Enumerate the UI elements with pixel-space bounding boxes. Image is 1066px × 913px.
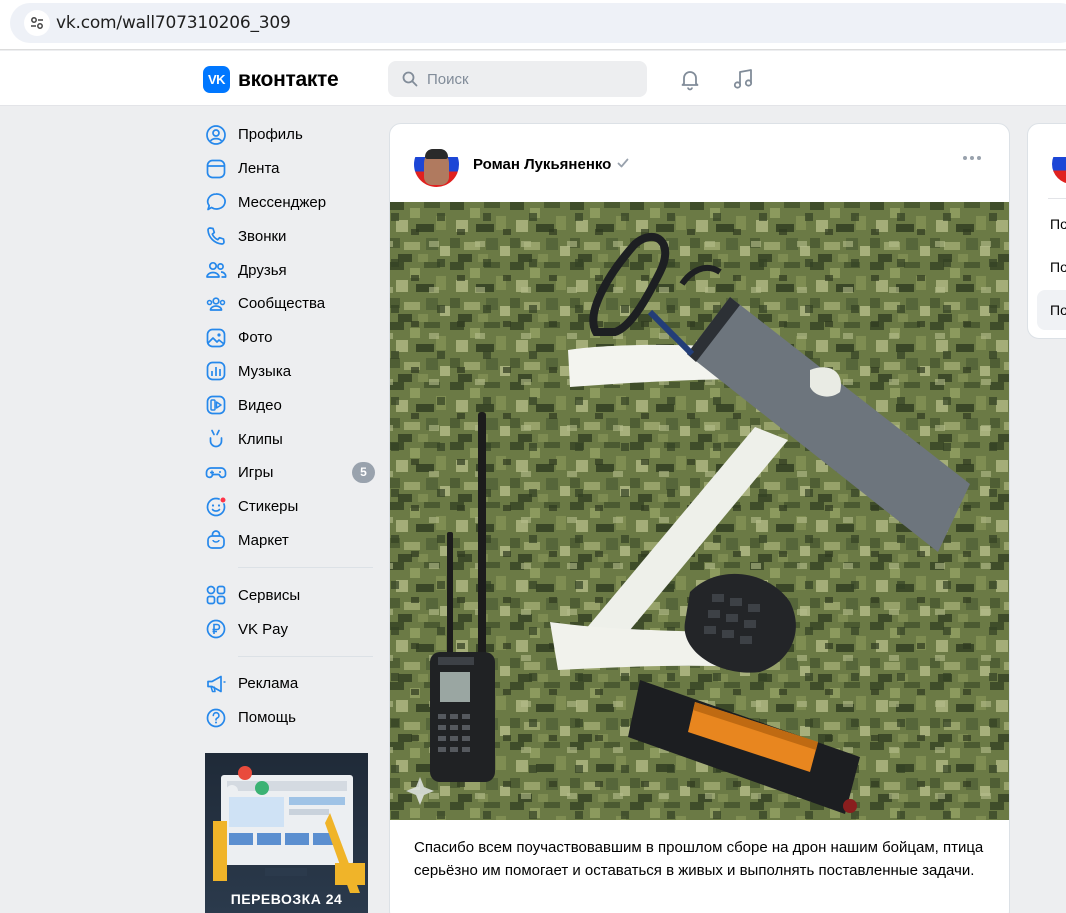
ad-label-text: ПЕРЕВОЗКА 24 <box>230 891 343 907</box>
sidebar-item-calls[interactable]: Звонки <box>203 219 375 253</box>
search-box[interactable] <box>388 61 647 97</box>
browser-toolbar: vk.com/wall707310206_309 <box>0 0 1066 50</box>
avatar-hair <box>425 149 448 159</box>
post-text: Спасибо всем поучаствовавшим в прошлом с… <box>414 839 984 879</box>
wall-post: Роман Лукьяненко Спасибо всем поучаствов… <box>389 123 1010 913</box>
sidebar-divider <box>238 567 373 569</box>
market-icon <box>204 528 228 552</box>
sidebar-item-label: VK Pay <box>238 620 289 638</box>
photo-icon <box>204 326 228 350</box>
right-card-item[interactable]: По <box>1050 302 1066 318</box>
phone-icon <box>204 224 228 248</box>
profile-icon <box>204 123 228 147</box>
sidebar-item-market[interactable]: Маркет <box>203 524 375 558</box>
search-icon <box>402 71 418 87</box>
video-icon <box>204 393 228 417</box>
vk-logo-icon: VK <box>203 66 230 93</box>
clips-icon <box>204 427 228 451</box>
friends-icon <box>204 258 228 282</box>
sidebar-item-profile[interactable]: Профиль <box>203 118 375 152</box>
vkpay-icon <box>204 617 228 641</box>
right-widget-card: По По По <box>1027 123 1066 339</box>
sidebar-item-label: Лента <box>238 160 280 178</box>
search-input[interactable] <box>427 70 627 88</box>
help-icon <box>204 706 228 730</box>
post-author[interactable]: Роман Лукьяненко <box>414 142 629 187</box>
feed-icon <box>204 157 228 181</box>
sidebar-item-label: Видео <box>238 396 282 414</box>
sidebar-item-label: Сервисы <box>238 586 301 604</box>
ads-icon <box>204 672 228 696</box>
communities-icon <box>204 292 228 316</box>
sidebar-item-services[interactable]: Сервисы <box>203 578 375 612</box>
sidebar-item-label: Стикеры <box>238 498 299 516</box>
sidebar-item-feed[interactable]: Лента <box>203 152 375 186</box>
sidebar-item-label: Профиль <box>238 126 303 144</box>
sidebar-item-messenger[interactable]: Мессенджер <box>203 186 375 220</box>
sidebar-item-label: Сообщества <box>238 295 326 313</box>
author-avatar[interactable] <box>414 142 459 187</box>
sidebar-item-label: Реклама <box>238 675 299 693</box>
ad-decoration-graphic <box>213 766 365 893</box>
sidebar-item-games[interactable]: Игры 5 <box>203 456 375 490</box>
vk-logo[interactable]: VK вконтакте <box>203 66 339 93</box>
sidebar-item-photos[interactable]: Фото <box>203 321 375 355</box>
notifications-bell-icon[interactable] <box>678 67 702 91</box>
sidebar-item-label: Клипы <box>238 430 283 448</box>
games-icon <box>204 461 228 485</box>
sidebar-item-clips[interactable]: Клипы <box>203 422 375 456</box>
sidebar-item-label: Маркет <box>238 531 289 549</box>
sidebar-item-music[interactable]: Музыка <box>203 355 375 389</box>
url-text[interactable]: vk.com/wall707310206_309 <box>56 13 291 33</box>
music-icon <box>204 359 228 383</box>
right-card-divider <box>1048 198 1066 199</box>
post-more-icon[interactable] <box>963 156 981 160</box>
left-sidebar: Профиль Лента Мессенджер Звонки Друзья С… <box>203 118 375 735</box>
address-bar[interactable]: vk.com/wall707310206_309 <box>10 3 1066 43</box>
sidebar-item-help[interactable]: Помощь <box>203 701 375 735</box>
sidebar-item-label: Игры <box>238 464 274 482</box>
sidebar-divider <box>238 655 373 657</box>
sidebar-ad-banner[interactable]: ПЕРЕВОЗКА 24 <box>205 753 368 913</box>
right-card-avatar[interactable] <box>1052 144 1066 184</box>
right-card-item[interactable]: По <box>1050 216 1066 232</box>
author-name[interactable]: Роман Лукьяненко <box>473 156 611 173</box>
sidebar-item-communities[interactable]: Сообщества <box>203 287 375 321</box>
right-card-item[interactable]: По <box>1050 259 1066 275</box>
sidebar-item-stickers[interactable]: Стикеры <box>203 490 375 524</box>
sidebar-item-vkpay[interactable]: VK Pay <box>203 612 375 646</box>
sidebar-item-ads[interactable]: Реклама <box>203 667 375 701</box>
sidebar-item-label: Фото <box>238 329 273 347</box>
vk-logo-text: вконтакте <box>238 67 339 91</box>
sidebar-item-label: Мессенджер <box>238 193 327 211</box>
post-photo[interactable] <box>390 202 1009 820</box>
sidebar-item-label: Друзья <box>238 261 287 279</box>
stickers-icon <box>204 495 228 519</box>
site-settings-icon[interactable] <box>24 10 50 36</box>
sidebar-item-friends[interactable]: Друзья <box>203 253 375 287</box>
vk-header: VK вконтакте <box>0 51 1066 106</box>
sidebar-item-label: Звонки <box>238 227 287 245</box>
sidebar-item-label: Помощь <box>238 709 296 727</box>
games-count-badge: 5 <box>352 461 375 483</box>
post-photo-image <box>390 202 1009 820</box>
sidebar-item-label: Музыка <box>238 362 292 380</box>
services-icon <box>204 583 228 607</box>
music-note-icon[interactable] <box>731 67 755 91</box>
verified-check-icon <box>617 156 629 174</box>
messenger-icon <box>204 190 228 214</box>
sidebar-item-video[interactable]: Видео <box>203 388 375 422</box>
